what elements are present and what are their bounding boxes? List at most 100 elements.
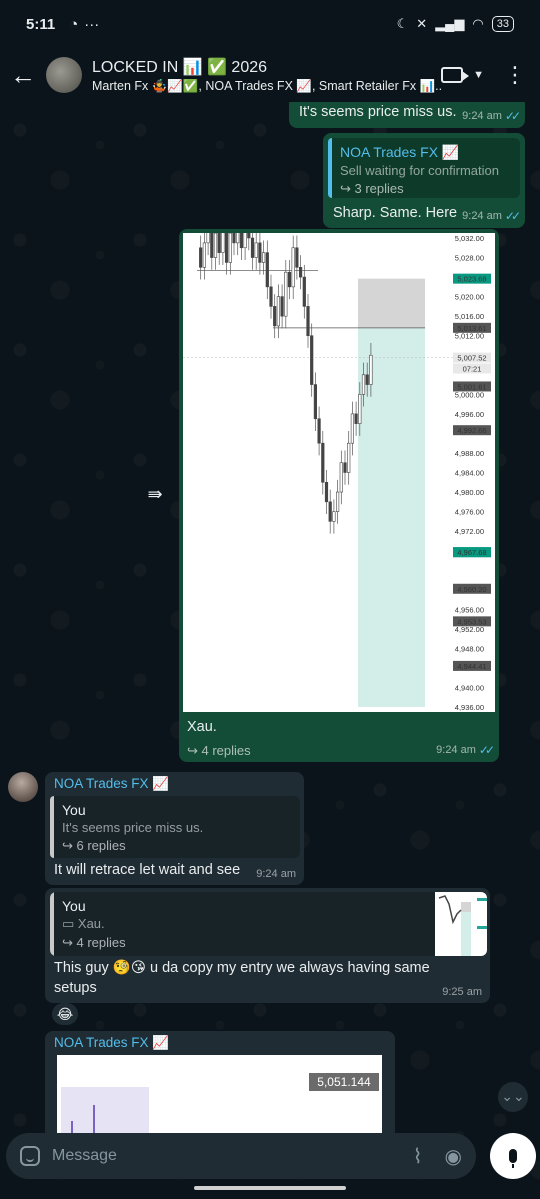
candle-body xyxy=(202,242,207,268)
candle-body xyxy=(343,462,347,473)
candle-body xyxy=(250,237,255,258)
candle-body xyxy=(328,501,332,522)
axis-tick-label: 5,028.00 xyxy=(455,254,484,263)
status-time: 5:11 xyxy=(26,15,56,33)
mute-icon: ✕ xyxy=(416,16,428,31)
message-bubble[interactable]: NOA Trades FX 📈 You It's seems price mis… xyxy=(45,772,304,885)
more-options-icon[interactable]: ⋮ xyxy=(504,64,526,86)
price-tag-label: 4,967.68 xyxy=(457,548,486,557)
candle-body xyxy=(313,384,318,420)
quote-replies[interactable]: ↪ 4 replies xyxy=(62,935,477,951)
candle-body xyxy=(295,247,299,268)
quote-replies[interactable]: ↪ 3 replies xyxy=(340,181,510,197)
quoted-message[interactable]: You It's seems price miss us. ↪ 6 replie… xyxy=(50,796,300,858)
candle-body xyxy=(299,267,303,278)
group-title: LOCKED IN 📊 ✅ 2026 xyxy=(92,58,268,76)
candle-body xyxy=(262,252,266,263)
back-arrow-icon[interactable]: ← xyxy=(0,60,46,91)
scroll-down-icon[interactable]: ⌄⌄ xyxy=(498,1082,528,1112)
axis-tick-label: 4,996.00 xyxy=(455,410,484,419)
message-meta: 9:24 am ✓✓ xyxy=(462,109,521,123)
message-meta: 9:24 am ✓✓ xyxy=(462,209,521,223)
reaction-badge[interactable]: 😂 xyxy=(52,1003,78,1025)
candle-body xyxy=(354,413,358,424)
axis-tick-label: 5,016.00 xyxy=(455,312,484,321)
chevron-down-icon[interactable]: ▼ xyxy=(473,69,484,81)
quote-text: Xau. xyxy=(77,916,105,931)
message-time: 9:25 am xyxy=(442,986,482,998)
candle-body xyxy=(280,296,284,317)
chat-screen: 5:11 ◔ ··· ☾ ✕ ▂▄▆ ◠ 33 ← LOCKED IN 📊 ✅ … xyxy=(0,0,540,1199)
message-meta: 9:25 am xyxy=(442,986,482,998)
image-caption: Xau. xyxy=(187,719,217,735)
axis-tick-label: 4,984.00 xyxy=(455,469,484,478)
thumbnail-chart xyxy=(438,895,487,956)
candle-body xyxy=(258,242,262,263)
quoted-message[interactable]: NOA Trades FX 📈 Sell waiting for confirm… xyxy=(328,138,520,198)
candle-body xyxy=(232,233,236,244)
candle-body xyxy=(199,247,203,268)
sender-name[interactable]: NOA Trades FX 📈 xyxy=(54,1035,169,1051)
chart-image[interactable]: 5,032.00 5,028.00 5,020.00 5,016.00 5,012.00… xyxy=(183,233,495,712)
message-bubble[interactable]: NOA Trades FX 📈 Sell waiting for confirm… xyxy=(323,133,525,228)
more-notifications-icon: ··· xyxy=(84,15,100,33)
candle-body xyxy=(254,242,258,258)
wifi-icon: ◠ xyxy=(472,16,484,31)
candle-body xyxy=(350,413,355,444)
message-meta: 9:24 am xyxy=(256,868,296,880)
candle-body xyxy=(321,442,325,483)
gesture-nav-bar[interactable] xyxy=(194,1186,346,1190)
sender-avatar[interactable] xyxy=(8,772,38,802)
image-message-bubble[interactable]: NOA Trades FX 📈 5,051.144 xyxy=(45,1031,395,1141)
video-call-icon[interactable] xyxy=(441,67,470,83)
candle-body xyxy=(276,296,280,327)
candle-body xyxy=(273,306,277,327)
message-bubble[interactable]: You ▭ Xau. ↪ 4 replies This guy 🧐😘 u da … xyxy=(45,888,490,1003)
candle-body xyxy=(265,252,269,288)
axis-tick-label: 4,972.00 xyxy=(455,527,484,536)
price-tag-label: 4,992.66 xyxy=(457,426,486,435)
sender-name[interactable]: NOA Trades FX 📈 xyxy=(54,776,169,792)
price-tag-label: 5,007.52 xyxy=(457,354,486,363)
chart-image[interactable]: 5,051.144 xyxy=(57,1055,382,1141)
candle-body xyxy=(310,335,314,385)
forward-icon[interactable]: ⇛ xyxy=(142,484,168,506)
read-receipt-icon: ✓✓ xyxy=(478,743,495,757)
status-bar: 5:11 ◔ ··· ☾ ✕ ▂▄▆ ◠ 33 xyxy=(0,0,540,48)
candle-body xyxy=(213,233,218,258)
candle-body xyxy=(291,247,295,288)
axis-tick-label: 5,032.00 xyxy=(455,234,484,243)
candle-body xyxy=(324,481,329,503)
candle-body xyxy=(210,233,214,258)
candle-body xyxy=(361,374,366,395)
candle-body xyxy=(236,233,240,244)
candle-body xyxy=(317,418,321,444)
quote-replies[interactable]: ↪ 6 replies xyxy=(62,838,290,854)
candle-body xyxy=(339,462,343,493)
message-meta: 9:24 am ✓✓ xyxy=(436,743,495,757)
group-avatar[interactable] xyxy=(46,57,82,93)
axis-tick-label: 5,020.00 xyxy=(455,293,484,302)
price-tag-label: 5,001.61 xyxy=(457,382,486,391)
price-tag-label: 4,953.53 xyxy=(457,617,486,626)
message-input[interactable] xyxy=(52,1147,391,1165)
stop-loss-zone xyxy=(358,278,425,328)
group-members: Marten Fx 🤹📈✅, NOA Trades FX 📈, Smart Re… xyxy=(92,78,442,93)
image-icon: ▭ xyxy=(62,916,78,931)
camera-icon[interactable]: ◉ xyxy=(445,1144,462,1169)
group-info[interactable]: LOCKED IN 📊 ✅ 2026 Marten Fx 🤹📈✅, NOA Tr… xyxy=(92,57,441,94)
axis-tick-label: 4,980.00 xyxy=(455,488,484,497)
whatsapp-notification-icon: ◔ xyxy=(69,15,79,33)
sticker-icon[interactable] xyxy=(20,1146,40,1166)
paperclip-icon[interactable]: ⌇ xyxy=(413,1144,423,1169)
quote-author: You xyxy=(62,898,86,914)
quoted-message[interactable]: You ▭ Xau. ↪ 4 replies xyxy=(50,892,487,956)
message-time: 9:24 am xyxy=(256,868,296,880)
candle-body xyxy=(284,271,288,317)
candle-body xyxy=(287,271,292,288)
read-receipt-icon: ✓✓ xyxy=(504,209,521,223)
message-replies[interactable]: ↪ 4 replies xyxy=(187,743,251,759)
mic-button[interactable] xyxy=(490,1133,536,1179)
quote-text-row: ▭ Xau. xyxy=(62,916,477,932)
message-time: 9:24 am xyxy=(462,110,502,122)
